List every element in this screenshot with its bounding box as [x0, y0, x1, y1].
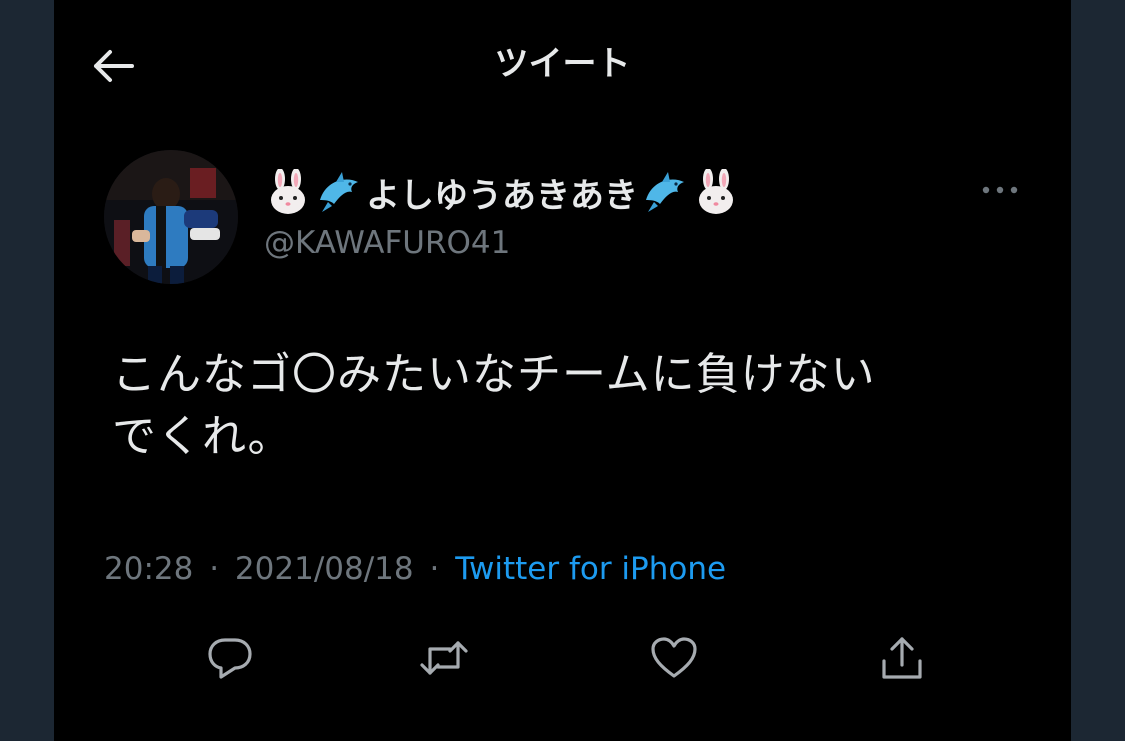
more-horizontal-icon [982, 186, 1018, 194]
tweet-time[interactable]: 20:28 [104, 551, 193, 587]
profile-photo [104, 150, 238, 284]
dolphin-emoji [642, 170, 688, 214]
rabbit-face-emoji [268, 169, 308, 215]
display-name[interactable]: よしゆうあきあき [264, 164, 740, 220]
username[interactable]: @KAWAFURO41 [264, 222, 510, 264]
tweet-text: こんなゴ〇みたいなチームに負けない でくれ。 [112, 344, 1032, 468]
tweet-text-line: でくれ。 [112, 411, 293, 462]
meta-separator: · [209, 551, 220, 587]
tweet-meta: 20:28 · 2021/08/18 · Twitter for iPhone [104, 547, 726, 591]
reply-button[interactable] [200, 628, 260, 688]
reply-icon [208, 638, 252, 679]
rabbit-face-emoji [696, 169, 736, 215]
avatar[interactable] [104, 150, 238, 284]
like-button[interactable] [644, 628, 704, 688]
tweet-text-line: こんなゴ〇みたいなチームに負けない [112, 349, 876, 400]
like-icon [651, 637, 697, 678]
display-name-text: よしゆうあきあき [366, 175, 638, 216]
header: ツイート [54, 0, 1071, 120]
share-icon [882, 637, 922, 679]
tweet-screen: ツイート よしゆうあきあき @KAWAFURO41 こんなゴ〇みたいなチームに負… [54, 0, 1071, 741]
meta-separator: · [429, 551, 440, 587]
retweet-button[interactable] [414, 628, 474, 688]
more-button[interactable] [972, 172, 1028, 208]
app-frame: ツイート よしゆうあきあき @KAWAFURO41 こんなゴ〇みたいなチームに負… [0, 0, 1125, 741]
share-button[interactable] [872, 628, 932, 688]
tweet-source-link[interactable]: Twitter for iPhone [455, 551, 726, 587]
page-title: ツイート [494, 44, 631, 84]
retweet-icon [420, 641, 468, 675]
tweet-date[interactable]: 2021/08/18 [235, 551, 414, 587]
dolphin-emoji [316, 170, 362, 214]
action-bar [54, 628, 1071, 688]
